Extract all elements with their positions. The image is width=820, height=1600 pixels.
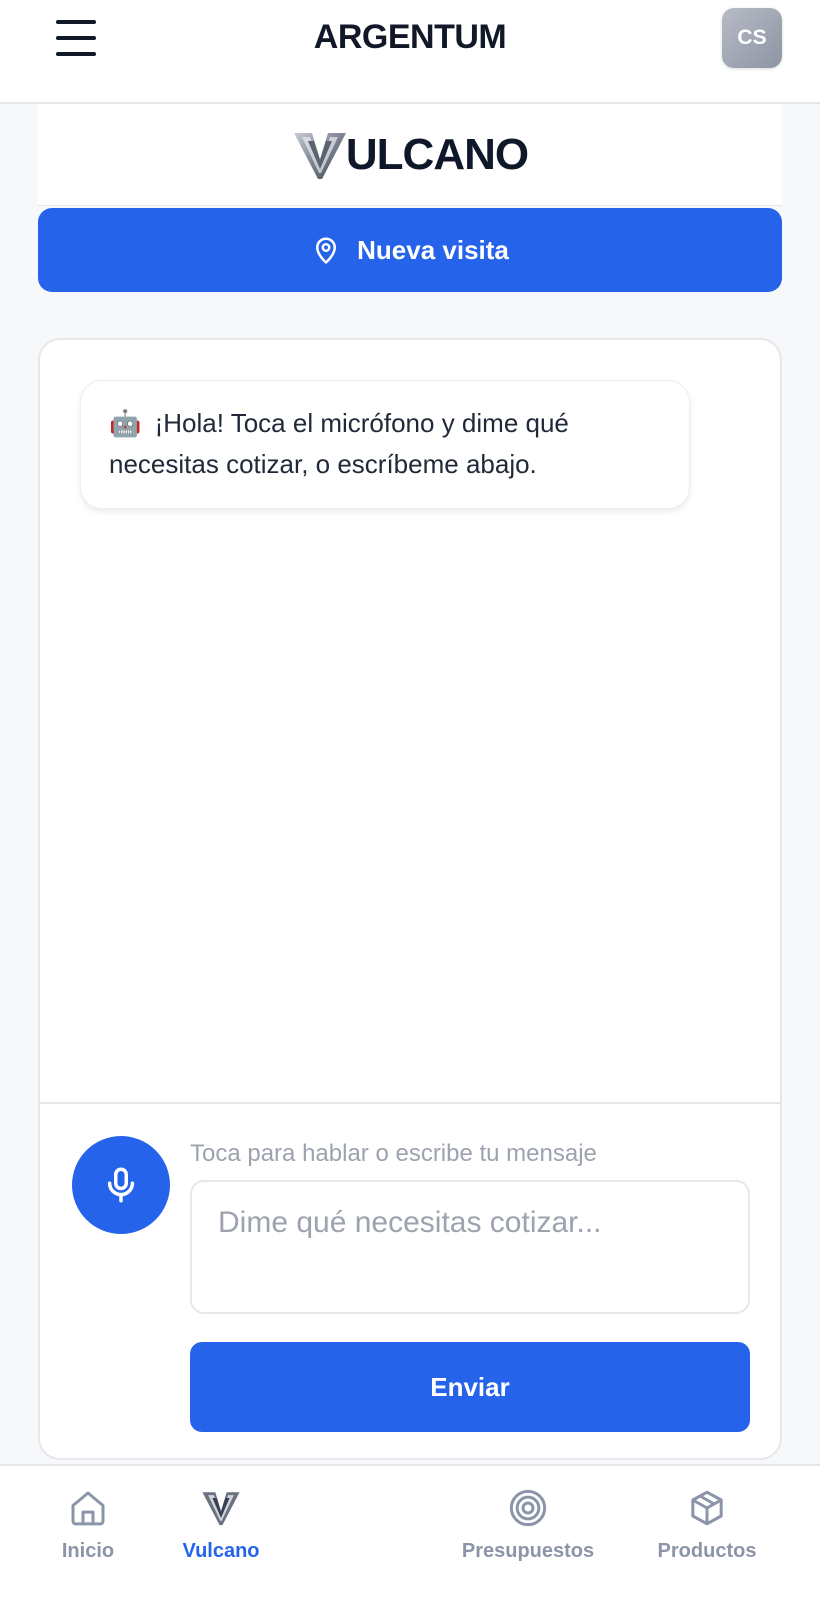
nav-label: Productos (657, 1540, 757, 1562)
bot-message-text: ¡Hola! Toca el micrófono y dime qué nece… (109, 408, 569, 479)
nav-label: Presupuestos (461, 1540, 595, 1562)
chat-panel: 🤖 ¡Hola! Toca el micrófono y dime qué ne… (38, 338, 782, 1460)
message-input[interactable] (190, 1180, 750, 1314)
microphone-button[interactable] (72, 1136, 170, 1234)
microphone-icon (107, 1167, 135, 1203)
bottom-navigation: Inicio Vulcano Presupuestos Productos (0, 1464, 820, 1600)
new-visit-label: Nueva visita (357, 234, 509, 265)
nav-label: Vulcano (182, 1540, 260, 1562)
box-icon (691, 1490, 723, 1526)
send-button[interactable]: Enviar (190, 1342, 750, 1432)
vulcano-logo-icon (202, 1492, 240, 1526)
brand-banner: ULCANO (38, 104, 782, 206)
bot-message-bubble: 🤖 ¡Hola! Toca el micrófono y dime qué ne… (80, 380, 690, 509)
map-pin-icon (316, 237, 337, 264)
new-visit-button[interactable]: Nueva visita (38, 208, 782, 292)
nav-item-vulcano[interactable]: Vulcano (141, 1488, 301, 1563)
robot-icon: 🤖 (109, 409, 142, 439)
vulcano-logo: ULCANO (292, 129, 529, 181)
message-list[interactable]: 🤖 ¡Hola! Toca el micrófono y dime qué ne… (40, 340, 780, 1104)
target-icon (509, 1489, 547, 1527)
nav-item-presupuestos[interactable]: Presupuestos (448, 1488, 608, 1563)
top-app-bar: ARGENTUM CS (0, 0, 820, 104)
nav-label: Inicio (61, 1540, 115, 1562)
vulcano-v-logo-icon (293, 132, 346, 179)
home-icon (71, 1491, 105, 1526)
message-composer: Toca para hablar o escribe tu mensaje En… (40, 1106, 780, 1458)
user-avatar[interactable]: CS (722, 8, 782, 68)
brand-name: ULCANO (345, 129, 529, 179)
nav-item-productos[interactable]: Productos (627, 1488, 787, 1563)
composer-hint: Toca para hablar o escribe tu mensaje (190, 1140, 597, 1167)
app-title: ARGENTUM (313, 18, 507, 56)
